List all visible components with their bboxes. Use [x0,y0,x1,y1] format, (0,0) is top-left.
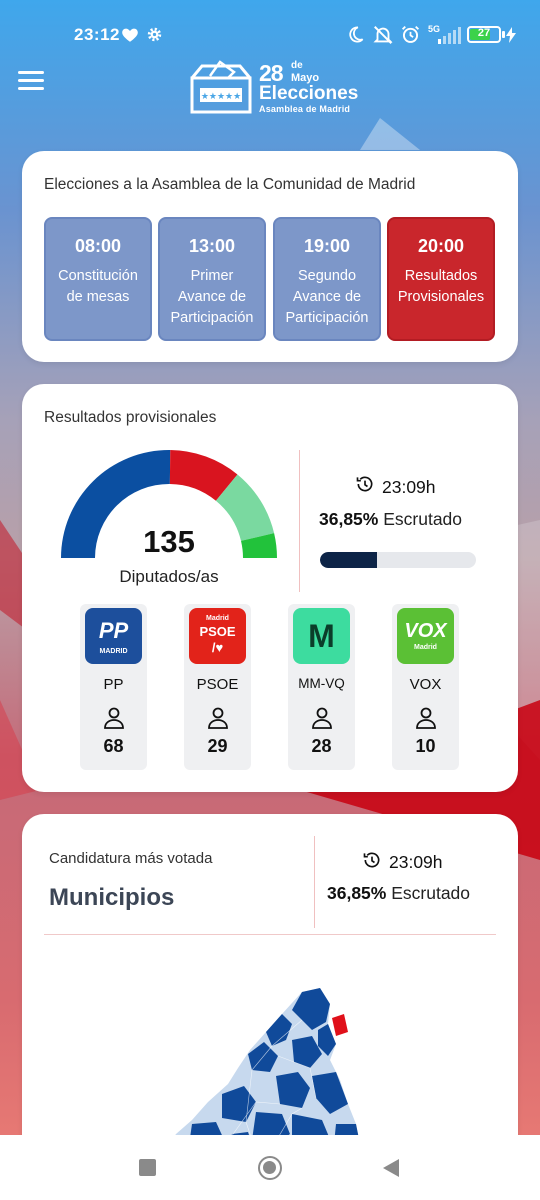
battery-icon: 27 [467,26,501,43]
psoe-logo-text: PSOE [199,624,236,639]
divider [314,836,315,928]
phase-time: 13:00 [188,236,236,256]
status-time: 23:12 [74,25,120,44]
party-seats: 28 [311,736,332,756]
logo-subtitle: Asamblea de Madrid [259,104,351,114]
mm-vq-logo-text: M [308,618,335,654]
party-name: PSOE [196,676,239,693]
heart-icon [122,28,138,42]
history-clock-icon [356,476,373,492]
vox-logo-sub: Madrid [414,644,437,651]
hamburger-menu-icon[interactable] [18,71,44,93]
alarm-icon [401,25,420,43]
system-navigation-bar [0,1135,540,1200]
back-button[interactable] [382,1158,400,1178]
mm-vq-logo-icon: M [293,608,350,664]
moon-icon [349,26,364,43]
person-icon [104,707,124,729]
scrutinized-label: Escrutado [383,509,463,529]
phase-label: Constitución de mesas [58,268,138,305]
timeline-card: Elecciones a la Asamblea de la Comunidad… [22,151,518,362]
municipios-card: Candidatura más votada Municipios 23:09h… [22,814,518,1174]
logo-title: Elecciones [259,83,359,104]
divider [299,450,300,592]
pp-logo-text: PP [98,618,129,643]
party-card-vox[interactable]: VOX Madrid VOX 10 [392,604,459,770]
phase-time: 08:00 [74,236,122,256]
timeline-title: Elecciones a la Asamblea de la Comunidad… [44,176,416,193]
mute-icon [373,26,393,44]
logo-de: de [291,60,303,71]
party-seats: 10 [415,736,436,756]
rose-icon: /♥ [211,640,224,655]
party-card-mm-vq[interactable]: M MM-VQ 28 [288,604,355,770]
scrutinized-percent: 36,85% [319,509,379,529]
horizontal-divider [44,934,496,935]
party-card-pp[interactable]: PP MADRID PP 68 [80,604,147,770]
results-title: Resultados provisionales [44,409,217,426]
psoe-logo-icon: Madrid PSOE /♥ [189,608,246,664]
phase-time: 20:00 [417,236,465,256]
phase-label: Primer Avance de Participación [170,268,254,326]
phase-resultados[interactable]: 20:00 Resultados Provisionales [387,217,495,341]
status-bar: 23:12 5G 27 [0,0,540,64]
party-seats: 68 [103,736,124,756]
gear-icon [147,27,162,42]
home-button[interactable] [258,1156,282,1180]
phase-segundo-avance[interactable]: 19:00 Segundo Avance de Participación [273,217,381,341]
results-card: Resultados provisionales 135 Diputados/a… [22,384,518,792]
scrutinized-text: 36,85% Escrutado [327,883,470,904]
person-icon [312,707,332,729]
party-name: PP [103,676,124,693]
phase-label: Resultados Provisionales [397,268,485,305]
scrutinized-text: 36,85% Escrutado [319,509,462,530]
scrutiny-progress-bar [320,552,476,568]
party-card-psoe[interactable]: Madrid PSOE /♥ PSOE 29 [184,604,251,770]
party-name: MM-VQ [298,676,345,691]
charging-icon [506,27,516,43]
municipios-heading: Municipios [49,884,175,911]
municipios-subtitle: Candidatura más votada [49,850,213,867]
update-time: 23:09h [382,477,436,497]
phase-constitucion[interactable]: 08:00 Constitución de mesas [44,217,152,341]
scrutinized-label: Escrutado [391,883,471,903]
svg-text:★★★★★: ★★★★★ [201,92,241,102]
elecciones-logo: ★★★★★ 28 de Mayo Elecciones Asamblea de … [188,58,368,118]
pp-logo-icon: PP MADRID [85,608,142,664]
ballot-box-icon: ★★★★★ [190,60,252,114]
person-icon [208,707,228,729]
person-icon [416,707,436,729]
signal-icon [438,27,461,44]
party-seats: 29 [207,736,228,756]
battery-level: 27 [477,27,491,39]
phase-label: Segundo Avance de Participación [285,268,369,326]
phase-primer-avance[interactable]: 13:00 Primer Avance de Participación [158,217,266,341]
recent-apps-button[interactable] [139,1159,156,1176]
scrutinized-percent: 36,85% [327,883,387,903]
history-clock-icon [363,852,380,868]
vox-logo-icon: VOX Madrid [397,608,454,664]
phase-time: 19:00 [303,236,351,256]
update-time: 23:09h [389,852,443,872]
psoe-logo-sub: Madrid [206,615,229,622]
progress-fill [320,552,378,568]
pp-logo-sub: MADRID [99,648,128,655]
vox-logo-text: VOX [404,620,447,642]
party-name: VOX [409,676,442,693]
total-seats-label: Diputados/as [119,567,219,586]
total-seats: 135 [143,524,195,559]
